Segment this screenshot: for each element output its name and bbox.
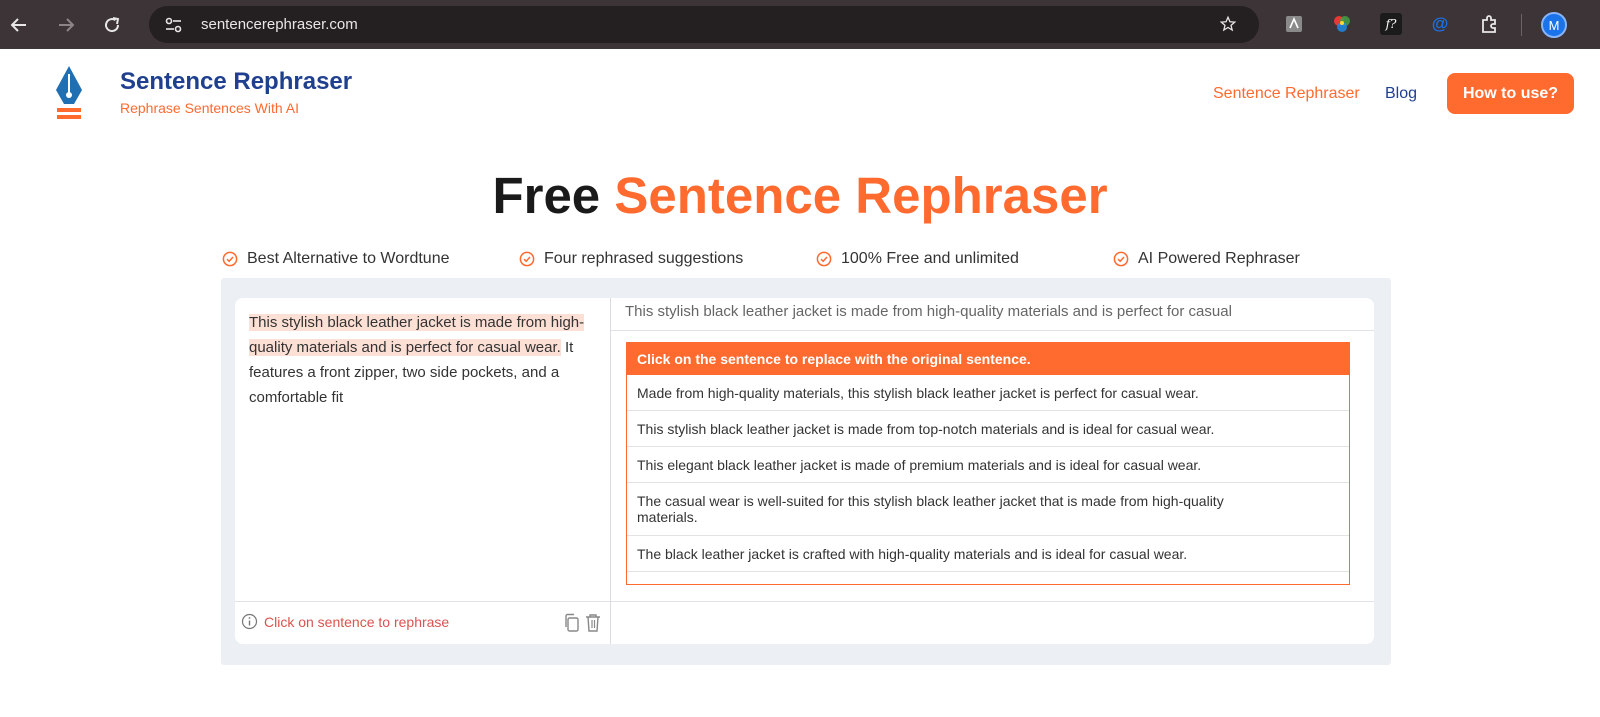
forward-icon[interactable] <box>53 12 79 38</box>
selected-sentence-display: This stylish black leather jacket is mad… <box>625 303 1233 320</box>
selected-sentence-highlight[interactable]: This stylish black leather jacket is mad… <box>249 314 585 356</box>
check-circle-icon <box>222 251 238 267</box>
feature-label: AI Powered Rephraser <box>1138 250 1300 267</box>
site-info-icon[interactable] <box>163 16 185 34</box>
check-circle-icon <box>1113 251 1129 267</box>
status-hint: Click on sentence to rephrase <box>241 613 449 630</box>
copy-icon[interactable] <box>563 613 581 638</box>
panel-divider <box>610 298 611 644</box>
suggestion-item[interactable]: Made from high-quality materials, this s… <box>627 375 1349 411</box>
pen-nib-logo-icon[interactable] <box>52 64 86 129</box>
url-text[interactable]: sentencerephraser.com <box>201 16 358 33</box>
suggestions-header: Click on the sentence to replace with th… <box>627 343 1349 375</box>
back-icon[interactable] <box>6 12 32 38</box>
extension-fx-icon[interactable]: f? <box>1380 13 1402 35</box>
suggestion-item[interactable]: This stylish black leather jacket is mad… <box>627 411 1349 447</box>
feature-item: Best Alternative to Wordtune <box>222 250 449 268</box>
input-textarea[interactable]: This stylish black leather jacket is mad… <box>249 310 597 410</box>
output-footer-divider <box>611 601 1374 602</box>
address-bar[interactable]: sentencerephraser.com <box>149 6 1259 43</box>
suggestion-item[interactable]: The casual wear is well-suited for this … <box>627 483 1349 536</box>
toolbar-separator <box>1521 14 1522 36</box>
extensions-puzzle-icon[interactable] <box>1478 13 1500 35</box>
browser-toolbar: sentencerephraser.com f? @ M <box>0 0 1600 49</box>
status-text: Click on sentence to rephrase <box>264 613 450 630</box>
suggestion-item[interactable]: This elegant black leather jacket is mad… <box>627 447 1349 483</box>
profile-avatar[interactable]: M <box>1541 12 1567 38</box>
feature-label: Best Alternative to Wordtune <box>247 250 450 267</box>
bookmark-star-icon[interactable] <box>1219 15 1237 38</box>
page-title-free: Free <box>492 167 601 224</box>
sentence-divider <box>611 330 1374 331</box>
feature-item: Four rephrased suggestions <box>519 250 743 268</box>
nav-blog[interactable]: Blog <box>1385 85 1417 103</box>
page-title: Free Sentence Rephraser <box>0 166 1600 225</box>
how-to-use-button[interactable]: How to use? <box>1447 73 1574 114</box>
extension-color-icon[interactable] <box>1331 13 1353 35</box>
check-circle-icon <box>816 251 832 267</box>
input-footer-divider <box>235 601 610 602</box>
feature-label: 100% Free and unlimited <box>841 250 1019 267</box>
brand-title[interactable]: Sentence Rephraser <box>120 68 352 96</box>
suggestion-item[interactable]: The black leather jacket is crafted with… <box>627 536 1349 572</box>
feature-label: Four rephrased suggestions <box>544 250 744 267</box>
trash-icon[interactable] <box>584 613 602 638</box>
feature-item: AI Powered Rephraser <box>1113 250 1300 268</box>
extension-at-icon[interactable]: @ <box>1429 13 1451 35</box>
reload-icon[interactable] <box>99 12 125 38</box>
nav-sentence-rephraser[interactable]: Sentence Rephraser <box>1213 85 1360 103</box>
page-title-highlight: Sentence Rephraser <box>614 167 1108 224</box>
feature-item: 100% Free and unlimited <box>816 250 1019 268</box>
info-icon <box>241 613 258 630</box>
extension-1-icon[interactable] <box>1283 13 1305 35</box>
suggestions-box: Click on the sentence to replace with th… <box>626 342 1350 585</box>
brand-subtitle: Rephrase Sentences With AI <box>120 100 299 116</box>
check-circle-icon <box>519 251 535 267</box>
